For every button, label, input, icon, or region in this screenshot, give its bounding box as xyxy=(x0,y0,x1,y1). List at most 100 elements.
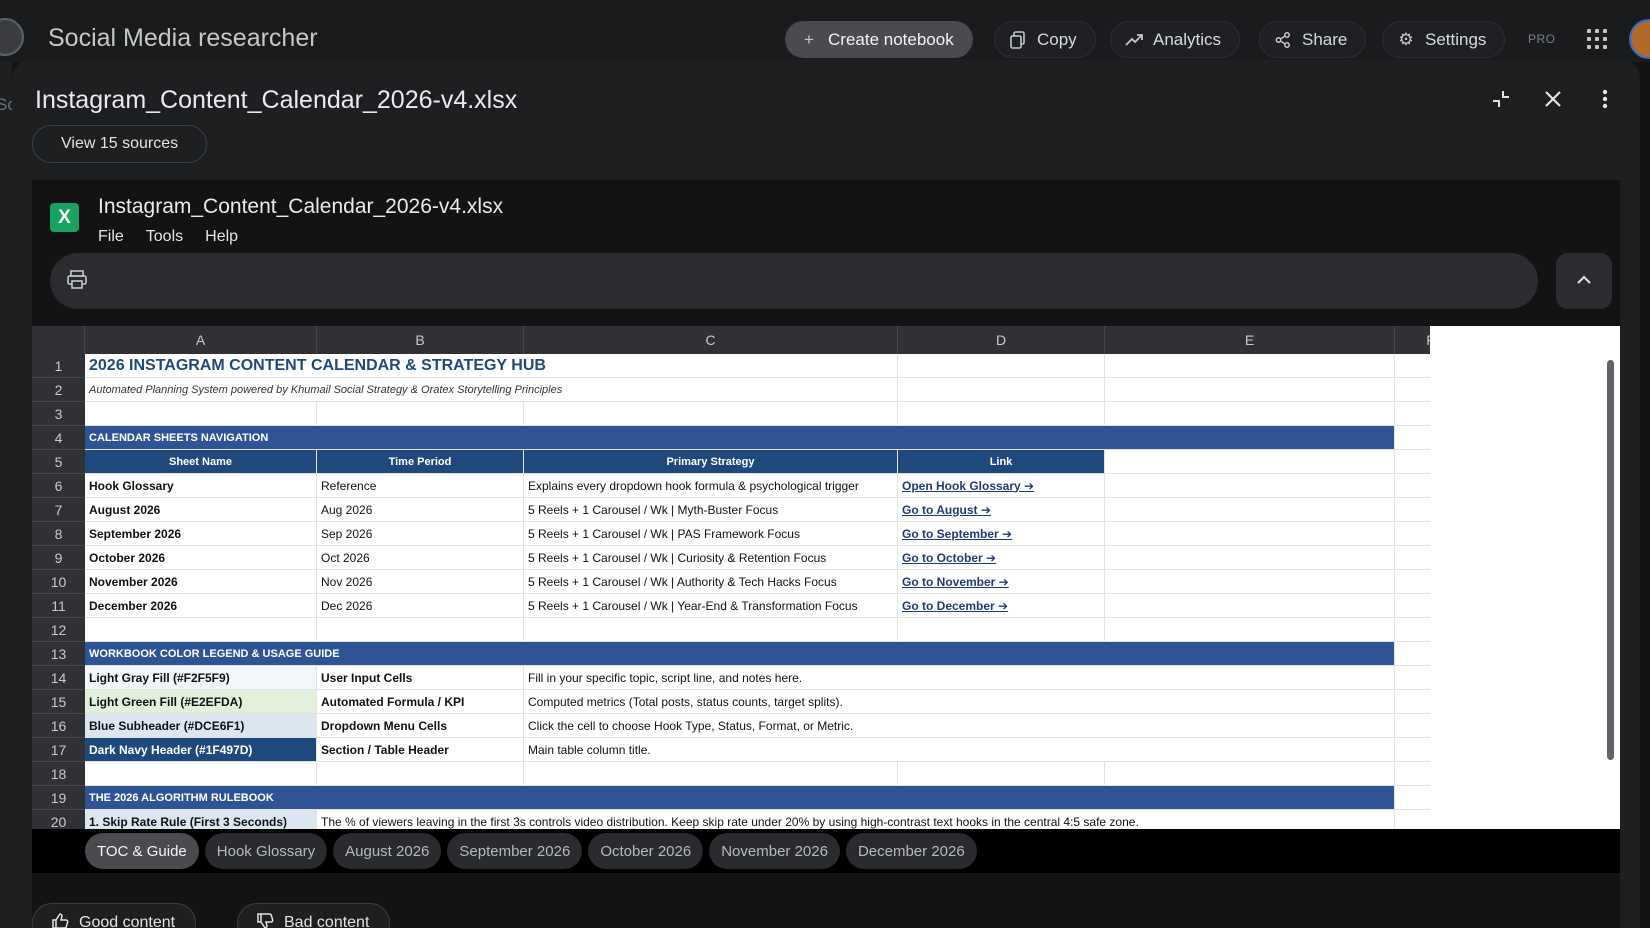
tab-toc-guide[interactable]: TOC & Guide xyxy=(85,833,199,869)
legend-swatch-blue[interactable]: Blue Subheader (#DCE6F1) xyxy=(85,714,317,738)
bad-content-button[interactable]: Bad content xyxy=(237,903,391,928)
nav-link-november[interactable]: Go to November ➔ xyxy=(898,570,1105,594)
nav-strategy[interactable]: 5 Reels + 1 Carousel / Wk | Year-End & T… xyxy=(524,594,898,618)
tab-november-2026[interactable]: November 2026 xyxy=(709,833,840,869)
nav-link-august[interactable]: Go to August ➔ xyxy=(898,498,1105,522)
analytics-button[interactable]: Analytics xyxy=(1110,21,1241,58)
copy-button[interactable]: Copy xyxy=(994,21,1096,58)
menu-help[interactable]: Help xyxy=(205,228,238,246)
apps-grid-icon[interactable] xyxy=(1587,29,1607,49)
nav-link-december[interactable]: Go to December ➔ xyxy=(898,594,1105,618)
legend-swatch-green[interactable]: Light Green Fill (#E2EFDA) xyxy=(85,690,317,714)
nav-sheet-name[interactable]: October 2026 xyxy=(85,546,317,570)
row-header-12[interactable]: 12 xyxy=(32,618,85,642)
create-notebook-button[interactable]: + Create notebook xyxy=(785,21,973,58)
nav-sheet-name[interactable]: September 2026 xyxy=(85,522,317,546)
sheet-subtitle-cell[interactable]: Automated Planning System powered by Khu… xyxy=(85,378,898,402)
settings-button[interactable]: ⚙ Settings xyxy=(1382,21,1506,58)
column-header-a[interactable]: A xyxy=(85,326,317,354)
row-header-15[interactable]: 15 xyxy=(32,690,85,714)
row-header-1[interactable]: 1 xyxy=(32,354,85,378)
cell[interactable] xyxy=(1105,618,1395,642)
table-header-time-period[interactable]: Time Period xyxy=(317,450,524,474)
view-sources-button[interactable]: View 15 sources xyxy=(32,125,208,163)
cell[interactable] xyxy=(1105,762,1395,786)
column-header-d[interactable]: D xyxy=(898,326,1105,354)
legend-swatch-gray[interactable]: Light Gray Fill (#F2F5F9) xyxy=(85,666,317,690)
nav-time-period[interactable]: Sep 2026 xyxy=(317,522,524,546)
print-icon[interactable] xyxy=(66,269,90,293)
cell[interactable] xyxy=(85,618,317,642)
section-header-rulebook[interactable]: THE 2026 ALGORITHM RULEBOOK xyxy=(85,786,1395,810)
cell[interactable] xyxy=(317,618,524,642)
legend-description[interactable]: Fill in your specific topic, script line… xyxy=(524,666,1395,690)
close-icon[interactable] xyxy=(1542,88,1564,110)
row-header-13[interactable]: 13 xyxy=(32,642,85,666)
row-header-9[interactable]: 9 xyxy=(32,546,85,570)
legend-description[interactable]: Main table column title. xyxy=(524,738,1395,762)
cell[interactable] xyxy=(317,762,524,786)
nav-time-period[interactable]: Aug 2026 xyxy=(317,498,524,522)
row-header-20[interactable]: 20 xyxy=(32,810,85,829)
nav-link-october[interactable]: Go to October ➔ xyxy=(898,546,1105,570)
cell[interactable] xyxy=(524,618,898,642)
avatar[interactable] xyxy=(1629,19,1650,59)
legend-type[interactable]: User Input Cells xyxy=(317,666,524,690)
rule-description-cell[interactable]: The % of viewers leaving in the first 3s… xyxy=(317,810,1395,829)
more-vert-icon[interactable] xyxy=(1594,88,1616,110)
cell[interactable] xyxy=(1105,474,1395,498)
tab-hook-glossary[interactable]: Hook Glossary xyxy=(204,833,328,869)
row-header-2[interactable]: 2 xyxy=(32,378,85,402)
nav-strategy[interactable]: Explains every dropdown hook formula & p… xyxy=(524,474,898,498)
nav-link-september[interactable]: Go to September ➔ xyxy=(898,522,1105,546)
row-header-17[interactable]: 17 xyxy=(32,738,85,762)
nav-time-period[interactable]: Dec 2026 xyxy=(317,594,524,618)
nav-time-period[interactable]: Nov 2026 xyxy=(317,570,524,594)
cell[interactable] xyxy=(1105,522,1395,546)
cell[interactable] xyxy=(1105,498,1395,522)
cell[interactable] xyxy=(898,354,1105,378)
row-header-19[interactable]: 19 xyxy=(32,786,85,810)
column-header-e[interactable]: E xyxy=(1105,326,1395,354)
good-content-button[interactable]: Good content xyxy=(32,903,197,928)
tab-december-2026[interactable]: December 2026 xyxy=(845,833,977,869)
notebook-title[interactable]: Social Media researcher xyxy=(48,24,318,53)
cell[interactable] xyxy=(1105,546,1395,570)
column-header-c[interactable]: C xyxy=(524,326,898,354)
legend-type[interactable]: Dropdown Menu Cells xyxy=(317,714,524,738)
row-header-6[interactable]: 6 xyxy=(32,474,85,498)
column-header-b[interactable]: B xyxy=(317,326,524,354)
row-header-16[interactable]: 16 xyxy=(32,714,85,738)
tab-august-2026[interactable]: August 2026 xyxy=(333,833,442,869)
cell[interactable] xyxy=(317,402,524,426)
legend-type[interactable]: Automated Formula / KPI xyxy=(317,690,524,714)
row-header-3[interactable]: 3 xyxy=(32,402,85,426)
legend-description[interactable]: Click the cell to choose Hook Type, Stat… xyxy=(524,714,1395,738)
legend-description[interactable]: Computed metrics (Total posts, status co… xyxy=(524,690,1395,714)
nav-strategy[interactable]: 5 Reels + 1 Carousel / Wk | Curiosity & … xyxy=(524,546,898,570)
nav-sheet-name[interactable]: November 2026 xyxy=(85,570,317,594)
legend-swatch-navy[interactable]: Dark Navy Header (#1F497D) xyxy=(85,738,317,762)
app-logo-icon[interactable] xyxy=(0,18,24,56)
cell[interactable] xyxy=(1105,354,1395,378)
nav-sheet-name[interactable]: Hook Glossary xyxy=(85,474,317,498)
row-header-18[interactable]: 18 xyxy=(32,762,85,786)
cell[interactable] xyxy=(898,618,1105,642)
section-header-color-legend[interactable]: WORKBOOK COLOR LEGEND & USAGE GUIDE xyxy=(85,642,1395,666)
cell[interactable] xyxy=(85,402,317,426)
cell[interactable] xyxy=(1105,450,1395,474)
nav-strategy[interactable]: 5 Reels + 1 Carousel / Wk | Myth-Buster … xyxy=(524,498,898,522)
menu-file[interactable]: File xyxy=(98,228,124,246)
table-header-primary-strategy[interactable]: Primary Strategy xyxy=(524,450,898,474)
nav-link-hook-glossary[interactable]: Open Hook Glossary ➔ xyxy=(898,474,1105,498)
collapse-toolbar-button[interactable] xyxy=(1556,253,1612,309)
cell[interactable] xyxy=(898,378,1105,402)
cell[interactable] xyxy=(898,762,1105,786)
table-header-link[interactable]: Link xyxy=(898,450,1105,474)
table-header-sheet-name[interactable]: Sheet Name xyxy=(85,450,317,474)
cell[interactable] xyxy=(85,762,317,786)
sheet-title-cell[interactable]: 2026 INSTAGRAM CONTENT CALENDAR & STRATE… xyxy=(85,354,898,378)
cell[interactable] xyxy=(1105,594,1395,618)
cell[interactable] xyxy=(1105,378,1395,402)
rule-title-cell[interactable]: 1. Skip Rate Rule (First 3 Seconds) xyxy=(85,810,317,829)
